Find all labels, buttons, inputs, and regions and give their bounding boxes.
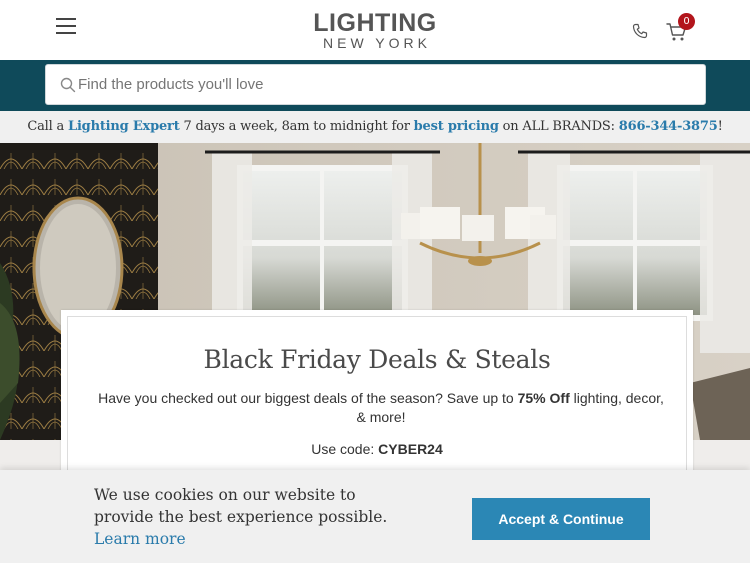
search-input[interactable] (78, 65, 678, 104)
promo-text-post: on ALL BRANDS: (498, 119, 619, 134)
learn-more-link[interactable]: Learn more (94, 528, 404, 550)
lighting-expert-link[interactable]: Lighting Expert (68, 119, 180, 134)
hamburger-menu-icon[interactable] (56, 18, 76, 34)
phone-number-link[interactable]: 866-344-3875 (619, 119, 718, 134)
phone-icon[interactable] (632, 23, 648, 39)
logo-wordmark-top: LIGHTING (313, 9, 437, 37)
cookie-message-text: We use cookies on our website to provide… (94, 486, 388, 526)
site-logo[interactable]: LIGHTING NEW YORK (300, 10, 450, 50)
promo-code-label: Use code: (311, 441, 379, 457)
accept-continue-button[interactable]: Accept & Continue (472, 498, 650, 540)
deal-title: Black Friday Deals & Steals (203, 345, 551, 374)
promo-text-end: ! (717, 119, 723, 134)
cookie-banner: We use cookies on our website to provide… (0, 470, 750, 563)
logo-wordmark-bottom: NEW YORK (323, 35, 431, 51)
promo-code-value: CYBER24 (378, 441, 443, 457)
black-friday-card: Black Friday Deals & Steals Have you che… (61, 310, 693, 480)
promo-bar: Call a Lighting Expert 7 days a week, 8a… (0, 111, 750, 143)
search-bar-band (0, 60, 750, 111)
promo-code: Use code: CYBER24 (68, 441, 686, 457)
promo-text-mid: 7 days a week, 8am to midnight for (179, 119, 414, 134)
card-inner-border: Black Friday Deals & Steals Have you che… (67, 316, 687, 476)
cookie-message: We use cookies on our website to provide… (94, 484, 404, 550)
search-icon[interactable] (60, 77, 76, 93)
deal-description: Have you checked out our biggest deals o… (96, 389, 666, 427)
deal-discount: 75% Off (517, 390, 570, 406)
cart-count-badge[interactable]: 0 (678, 13, 695, 30)
deal-text-pre: Have you checked out our biggest deals o… (98, 390, 518, 406)
search-box[interactable] (45, 64, 706, 105)
promo-text-pre: Call a (27, 119, 68, 134)
site-header: LIGHTING NEW YORK 0 (0, 0, 750, 60)
best-pricing-link[interactable]: best pricing (414, 119, 499, 134)
